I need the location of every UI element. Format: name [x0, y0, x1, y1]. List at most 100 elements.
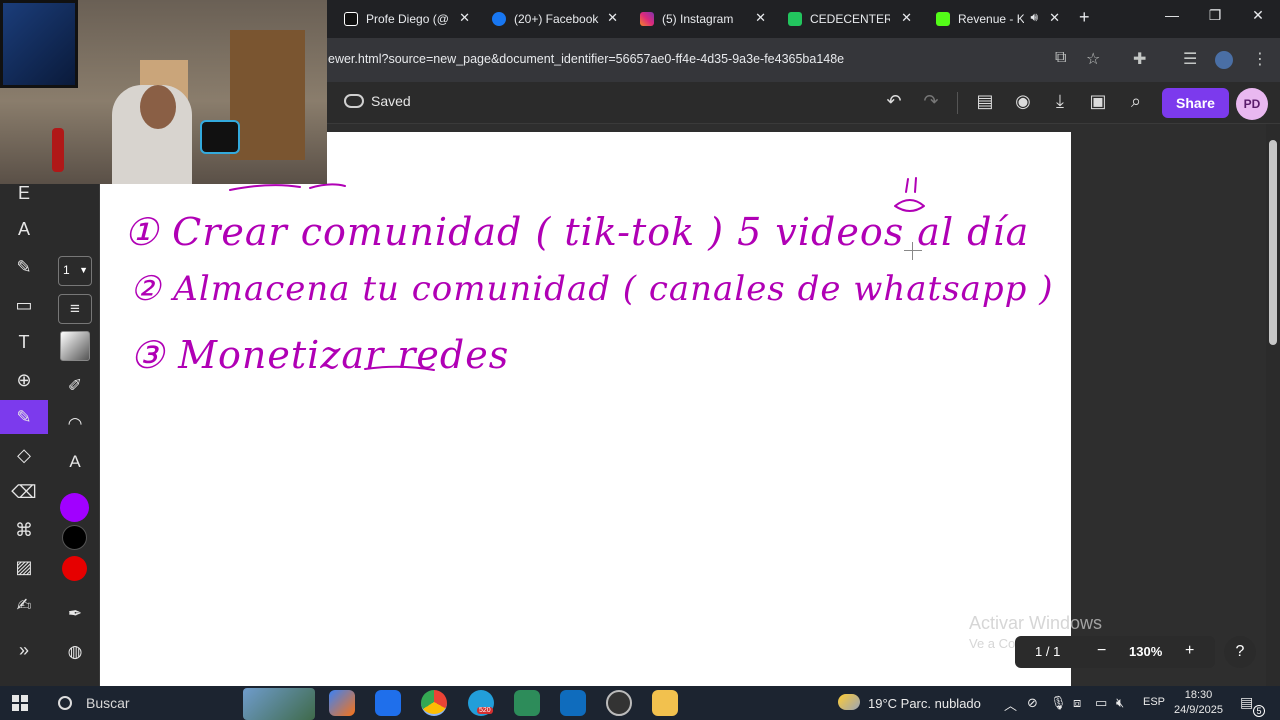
display-icon[interactable]: ⧈	[1073, 695, 1081, 711]
restore-icon[interactable]: ❐	[1200, 7, 1230, 24]
partial-stroke-top	[229, 183, 346, 191]
minimize-icon[interactable]: —	[1157, 7, 1187, 23]
zoom-in-button[interactable]: +	[1185, 642, 1194, 660]
signature-icon[interactable]: ✍	[0, 588, 48, 622]
search-icon[interactable]: ⌕	[1124, 91, 1148, 112]
color-swatch-red[interactable]	[62, 556, 87, 581]
browser-tab[interactable]: Revenue - K 🔊︎ ✕	[936, 6, 1060, 32]
avatar[interactable]: PD	[1236, 88, 1268, 120]
scroll-thumb[interactable]	[1269, 140, 1277, 345]
volume-muted-icon[interactable]: 🔇︎	[1116, 695, 1124, 711]
browser-tab[interactable]: Profe Diego (@ ✕	[344, 6, 470, 32]
install-app-icon[interactable]: ⧉	[1055, 49, 1066, 67]
taskbar-search-label: Buscar	[86, 695, 130, 711]
browser-tab[interactable]: CEDECENTER | M ✕	[788, 6, 912, 32]
clock[interactable]: 18:30 24/9/2025	[1174, 688, 1223, 718]
tab-title: Revenue - K	[958, 12, 1024, 26]
text-format-icon[interactable]: E	[0, 183, 48, 203]
weather-text[interactable]: 19°C Parc. nublado	[868, 696, 981, 711]
clock-date: 24/9/2025	[1174, 704, 1223, 716]
webcam-cabinet	[230, 30, 305, 160]
network-icon[interactable]: ▭	[1095, 695, 1107, 711]
outlook-icon[interactable]	[560, 690, 586, 716]
stroke-width-select[interactable]: 1 ▼	[58, 256, 92, 286]
camera-off-icon[interactable]: ⊘	[1027, 695, 1038, 711]
close-icon[interactable]: ✕	[1049, 10, 1060, 26]
close-icon[interactable]: ✕	[607, 10, 618, 26]
zoom-level[interactable]: 130%	[1129, 644, 1162, 659]
tiktok-icon	[344, 12, 358, 26]
chevron-up-icon[interactable]: ︿	[1004, 695, 1017, 714]
taskbar-search[interactable]: Buscar	[46, 689, 242, 717]
weather-icon[interactable]	[838, 694, 860, 710]
bookmark-star-icon[interactable]: ☆	[1086, 49, 1100, 69]
browser-tab[interactable]: (5) Instagram ✕	[640, 6, 766, 32]
tab-title: CEDECENTER | M	[810, 12, 890, 26]
text-tool-icon[interactable]: T	[0, 325, 48, 359]
new-tab-button[interactable]: +	[1079, 7, 1090, 28]
profile-icon[interactable]	[1215, 51, 1233, 69]
eye-doodle	[894, 177, 925, 212]
speaker-icon[interactable]: 🔊︎	[1030, 10, 1038, 25]
microphone-icon[interactable]: 🎙︎	[1050, 695, 1067, 711]
close-icon[interactable]: ✕	[755, 10, 766, 26]
chrome-icon[interactable]	[421, 690, 447, 716]
image-icon[interactable]: ▨	[0, 550, 48, 584]
help-button[interactable]: ?	[1224, 636, 1256, 668]
close-icon[interactable]: ✕	[459, 10, 470, 26]
file-explorer-icon[interactable]	[652, 690, 678, 716]
stamp-icon[interactable]: ⊕	[0, 363, 48, 397]
app-switch-icon[interactable]	[514, 690, 540, 716]
tool-rail: E A ✎ ▭ T ⊕ ✎ ◇ ⌫ ⌘ ▨ ✍ »	[0, 183, 48, 686]
protractor-icon[interactable]: ◠	[58, 409, 92, 439]
whiteboard-page[interactable]: ① Crear comunidad ( tik-tok ) 5 videos a…	[100, 132, 1071, 686]
webcam-overlay	[0, 0, 327, 184]
tab-title: (5) Instagram	[662, 12, 734, 26]
shapes-icon[interactable]: ◇	[0, 438, 48, 472]
handwriting-line-3: ③ Monetizar redes	[130, 333, 509, 377]
language-indicator[interactable]: ESP	[1143, 696, 1165, 708]
copilot-icon[interactable]	[329, 690, 355, 716]
briefcase-icon[interactable]: ▣	[1086, 91, 1110, 112]
comment-icon[interactable]: ▭	[0, 288, 48, 322]
browser-tab[interactable]: (20+) Facebook ✕	[492, 6, 618, 32]
kick-icon	[936, 12, 950, 26]
opacity-gradient-icon[interactable]	[58, 331, 92, 361]
clock-time: 18:30	[1184, 689, 1213, 701]
notification-icon[interactable]: ▤	[1240, 694, 1253, 711]
store-icon[interactable]	[375, 690, 401, 716]
windows-start-icon[interactable]	[12, 695, 28, 711]
highlighter-icon[interactable]: ✎	[0, 250, 48, 284]
color-swatch-purple[interactable]	[62, 495, 87, 520]
ai-tool-icon[interactable]: ⌘	[0, 513, 48, 547]
zoom-out-button[interactable]: −	[1097, 642, 1106, 660]
url-text[interactable]: ewer.html?source=new_page&document_ident…	[328, 52, 844, 66]
close-icon[interactable]: ✕	[901, 10, 912, 26]
undo-icon[interactable]: ↶	[882, 91, 906, 112]
expand-icon[interactable]: »	[0, 633, 48, 667]
redo-icon[interactable]: ↷	[919, 91, 943, 112]
ruler-pen-icon[interactable]: ✐	[58, 371, 92, 401]
menu-kebab-icon[interactable]: ⋮	[1252, 49, 1268, 69]
text-style-icon[interactable]: A	[0, 212, 48, 246]
text-marker-icon[interactable]: A	[58, 447, 92, 477]
color-swatch-black[interactable]	[62, 525, 87, 550]
download-icon[interactable]: ⤓	[1048, 91, 1072, 112]
toolbar-divider	[957, 92, 958, 114]
line-style-icon[interactable]: ≡	[58, 294, 92, 324]
media-control-icon[interactable]: ☰	[1183, 49, 1197, 69]
eye-icon[interactable]: ◉	[1011, 91, 1035, 112]
stroke-width-value: 1	[63, 263, 70, 277]
document-icon[interactable]: ▤	[973, 91, 997, 112]
vertical-scrollbar[interactable]	[1266, 124, 1280, 686]
share-button[interactable]: Share	[1162, 88, 1229, 118]
search-highlight-image[interactable]	[243, 688, 315, 720]
close-window-icon[interactable]: ✕	[1243, 7, 1273, 24]
extensions-icon[interactable]: ✚	[1133, 49, 1146, 69]
eraser-icon[interactable]: ⌫	[0, 475, 48, 509]
pen-tool-icon[interactable]: ✎	[0, 400, 48, 434]
obs-icon[interactable]	[606, 690, 632, 716]
eyedropper-icon[interactable]: ✒	[58, 599, 92, 629]
palette-icon[interactable]: ◍	[58, 637, 92, 667]
save-status: Saved	[344, 93, 411, 109]
